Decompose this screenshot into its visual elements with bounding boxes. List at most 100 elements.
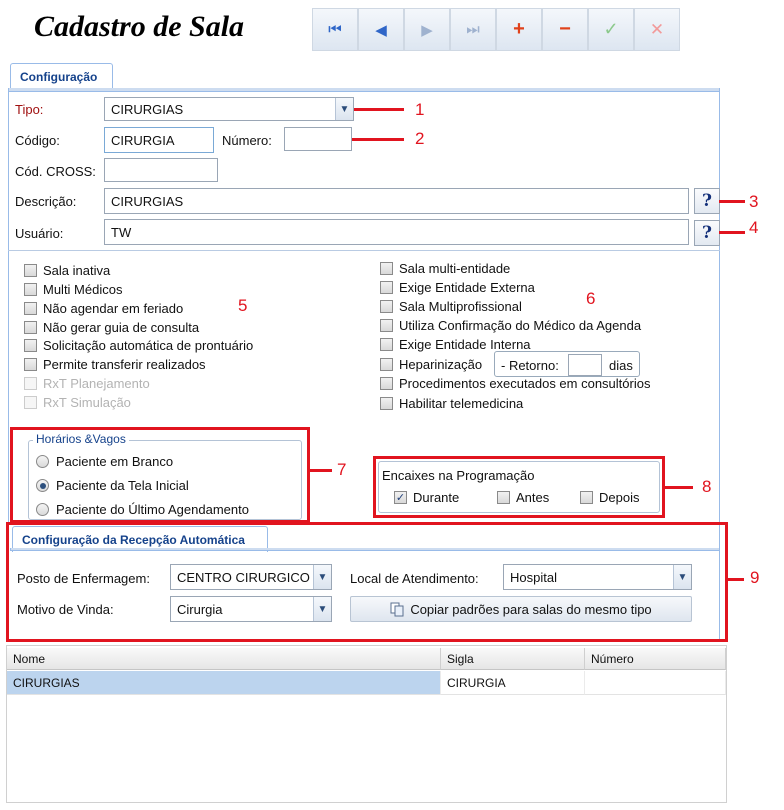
- checkbox-label: Sala multi-entidade: [399, 261, 511, 276]
- option-right-0[interactable]: Sala multi-entidade: [380, 261, 510, 276]
- annotation-3: 3: [749, 192, 759, 211]
- option-right-1[interactable]: Exige Entidade Externa: [380, 280, 535, 295]
- checkbox-box[interactable]: [380, 262, 393, 275]
- checkbox-label: Sala Multiprofissional: [399, 299, 522, 314]
- annotation-line-7: [310, 469, 332, 472]
- checkbox-label: Exige Entidade Externa: [399, 280, 535, 295]
- next-record-icon: ▶: [421, 21, 433, 39]
- checkbox-label: RxT Planejamento: [43, 376, 150, 391]
- tipo-label: Tipo:: [15, 102, 44, 117]
- cod-cross-label: Cód. CROSS:: [15, 164, 96, 179]
- tipo-value: CIRURGIAS: [111, 102, 184, 117]
- next-record-button[interactable]: ▶: [404, 8, 450, 51]
- annotation-8: 8: [702, 477, 712, 496]
- checkbox-box[interactable]: [24, 321, 37, 334]
- annotation-box-7: [10, 427, 310, 523]
- annotation-4: 4: [749, 218, 759, 237]
- usuario-label: Usuário:: [15, 226, 64, 241]
- column-header-numero[interactable]: Número: [585, 648, 726, 670]
- confirm-icon: ✓: [603, 19, 619, 39]
- annotation-line-3: [719, 200, 745, 203]
- cell-sigla[interactable]: CIRURGIA: [441, 671, 585, 695]
- checkbox-box[interactable]: [380, 281, 393, 294]
- checkbox-box[interactable]: [380, 300, 393, 313]
- option-right-6[interactable]: Procedimentos executados em consultórios: [380, 376, 650, 391]
- annotation-9: 9: [750, 568, 760, 587]
- checkbox-box[interactable]: [24, 283, 37, 296]
- usuario-field[interactable]: TW: [104, 219, 689, 245]
- checkbox-box[interactable]: [380, 377, 393, 390]
- option-left-5[interactable]: Permite transferir realizados: [24, 357, 206, 372]
- cod-cross-field[interactable]: [104, 158, 218, 182]
- checkbox-label: Sala inativa: [43, 263, 111, 278]
- usuario-help-button[interactable]: ?: [694, 220, 720, 246]
- checkbox-label: Habilitar telemedicina: [399, 396, 524, 411]
- option-right-2[interactable]: Sala Multiprofissional: [380, 299, 522, 314]
- tab-configuracao[interactable]: Configuração: [10, 63, 113, 89]
- codigo-field[interactable]: CIRURGIA: [104, 127, 214, 153]
- retorno-field[interactable]: [568, 354, 602, 376]
- option-left-4[interactable]: Solicitação automática de prontuário: [24, 338, 253, 353]
- checkbox-label: Multi Médicos: [43, 282, 123, 297]
- help-icon: ?: [702, 223, 712, 243]
- checkbox-box[interactable]: [380, 319, 393, 332]
- tipo-select[interactable]: CIRURGIAS ▼: [104, 97, 354, 121]
- first-record-button[interactable]: ⏮: [312, 8, 358, 51]
- option-left-2[interactable]: Não agendar em feriado: [24, 301, 183, 316]
- numero-label: Número:: [222, 133, 272, 148]
- checkbox-box[interactable]: [380, 358, 393, 371]
- last-record-button[interactable]: ⏭: [450, 8, 496, 51]
- annotation-line-2: [352, 138, 404, 141]
- column-header-nome[interactable]: Nome: [7, 648, 441, 670]
- help-icon: ?: [702, 191, 712, 211]
- add-button[interactable]: +: [496, 8, 542, 51]
- column-header-sigla[interactable]: Sigla: [441, 648, 585, 670]
- option-right-7[interactable]: Habilitar telemedicina: [380, 396, 523, 411]
- checkbox-label: Exige Entidade Interna: [399, 337, 531, 352]
- annotation-7: 7: [337, 460, 347, 479]
- annotation-line-4: [719, 231, 745, 234]
- remove-button[interactable]: −: [542, 8, 588, 51]
- option-right-3[interactable]: Utiliza Confirmação do Médico da Agenda: [380, 318, 641, 333]
- descricao-help-button[interactable]: ?: [694, 188, 720, 214]
- checkbox-box[interactable]: [24, 339, 37, 352]
- descricao-field[interactable]: CIRURGIAS: [104, 188, 689, 214]
- option-left-1[interactable]: Multi Médicos: [24, 282, 122, 297]
- remove-icon: −: [559, 18, 571, 40]
- checkbox-label: Permite transferir realizados: [43, 357, 206, 372]
- checkbox-label: Não agendar em feriado: [43, 301, 184, 316]
- cell-nome[interactable]: CIRURGIAS: [7, 671, 441, 695]
- codigo-label: Código:: [15, 133, 60, 148]
- annotation-2: 2: [415, 129, 425, 148]
- first-record-icon: ⏮: [328, 21, 342, 38]
- checkbox-box[interactable]: [24, 264, 37, 277]
- annotation-box-8: [373, 456, 665, 518]
- chevron-down-icon[interactable]: ▼: [335, 98, 353, 120]
- previous-record-button[interactable]: ◀: [358, 8, 404, 51]
- option-left-7: RxT Simulação: [24, 395, 131, 410]
- checkbox-box[interactable]: [24, 358, 37, 371]
- annotation-line-1: [354, 108, 404, 111]
- annotation-line-9: [728, 578, 744, 581]
- annotation-6: 6: [586, 289, 596, 308]
- checkbox-label: RxT Simulação: [43, 395, 131, 410]
- option-right-4[interactable]: Exige Entidade Interna: [380, 337, 531, 352]
- add-icon: +: [513, 18, 525, 40]
- option-right-5[interactable]: Heparinização: [380, 357, 482, 372]
- cell-numero[interactable]: [585, 671, 726, 695]
- retorno-unit: dias: [609, 358, 633, 373]
- checkbox-box[interactable]: [380, 397, 393, 410]
- checkbox-box[interactable]: [24, 302, 37, 315]
- page-title: Cadastro de Sala: [34, 10, 245, 43]
- checkbox-label: Procedimentos executados em consultórios: [399, 376, 651, 391]
- annotation-box-9: [6, 522, 728, 642]
- numero-field[interactable]: [284, 127, 352, 151]
- checkbox-box[interactable]: [380, 338, 393, 351]
- cancel-button[interactable]: ✕: [634, 8, 680, 51]
- section-divider: [8, 250, 720, 251]
- option-left-3[interactable]: Não gerar guia de consulta: [24, 320, 199, 335]
- confirm-button[interactable]: ✓: [588, 8, 634, 51]
- retorno-group: - Retorno: dias: [494, 351, 640, 377]
- option-left-0[interactable]: Sala inativa: [24, 263, 110, 278]
- retorno-label: - Retorno:: [501, 358, 559, 373]
